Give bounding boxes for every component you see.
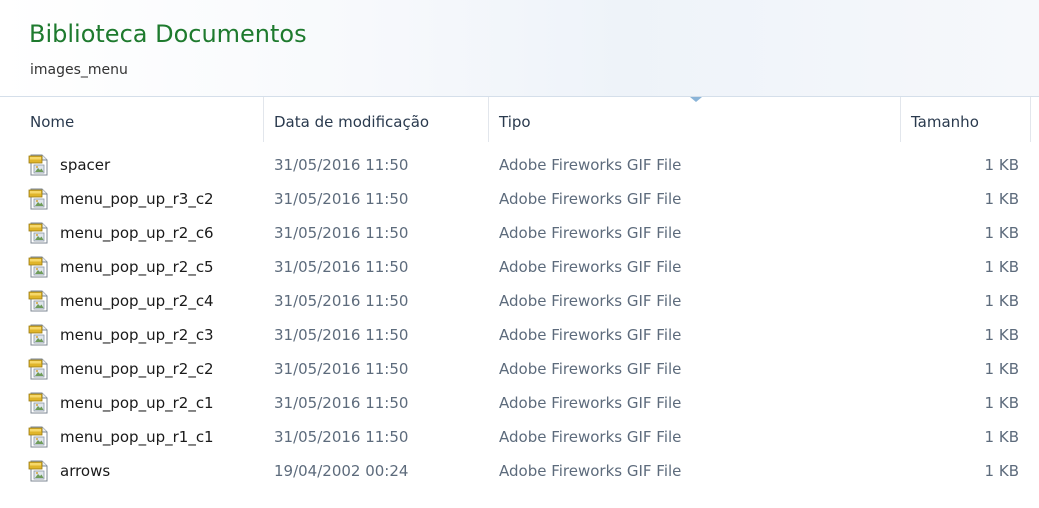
column-header-row: Nome Data de modificação Tipo Tamanho: [0, 96, 1039, 142]
file-size: 1 KB: [984, 462, 1019, 480]
file-row[interactable]: menu_pop_up_r2_c4 31/05/2016 11:50 Adobe…: [0, 284, 1039, 318]
file-row[interactable]: arrows 19/04/2002 00:24 Adobe Fireworks …: [0, 454, 1039, 488]
file-name: menu_pop_up_r3_c2: [60, 190, 214, 208]
file-size: 1 KB: [984, 292, 1019, 310]
file-name: menu_pop_up_r2_c1: [60, 394, 214, 412]
library-title: Biblioteca Documentos: [29, 20, 307, 48]
column-header-nome[interactable]: Nome: [0, 97, 264, 142]
gif-file-icon: [28, 460, 50, 482]
file-date: 31/05/2016 11:50: [274, 360, 409, 378]
file-name: menu_pop_up_r2_c3: [60, 326, 214, 344]
file-date: 31/05/2016 11:50: [274, 326, 409, 344]
file-type: Adobe Fireworks GIF File: [499, 190, 682, 208]
file-type: Adobe Fireworks GIF File: [499, 156, 682, 174]
file-name: spacer: [60, 156, 111, 174]
gif-file-icon: [28, 358, 50, 380]
file-size: 1 KB: [984, 428, 1019, 446]
library-subtitle: images_menu: [30, 62, 128, 78]
gif-file-icon: [28, 392, 50, 414]
gif-file-icon: [28, 154, 50, 176]
file-date: 31/05/2016 11:50: [274, 394, 409, 412]
column-header-data[interactable]: Data de modificação: [264, 97, 489, 142]
column-header-label: Tamanho: [911, 112, 979, 131]
gif-file-icon: [28, 426, 50, 448]
library-header: Biblioteca Documentos images_menu: [0, 0, 1039, 96]
gif-file-icon: [28, 290, 50, 312]
column-header-tipo[interactable]: Tipo: [489, 97, 901, 142]
gif-file-icon: [28, 256, 50, 278]
sort-indicator-icon: [690, 97, 702, 102]
file-type: Adobe Fireworks GIF File: [499, 224, 682, 242]
file-size: 1 KB: [984, 394, 1019, 412]
file-type: Adobe Fireworks GIF File: [499, 258, 682, 276]
column-header-label: Data de modificação: [274, 112, 430, 131]
file-size: 1 KB: [984, 190, 1019, 208]
file-row[interactable]: menu_pop_up_r1_c1 31/05/2016 11:50 Adobe…: [0, 420, 1039, 454]
file-date: 31/05/2016 11:50: [274, 156, 409, 174]
file-name: menu_pop_up_r1_c1: [60, 428, 214, 446]
column-header-tamanho[interactable]: Tamanho: [901, 97, 1031, 142]
column-header-label: Tipo: [499, 112, 531, 131]
file-row[interactable]: menu_pop_up_r2_c3 31/05/2016 11:50 Adobe…: [0, 318, 1039, 352]
file-size: 1 KB: [984, 360, 1019, 378]
file-size: 1 KB: [984, 258, 1019, 276]
file-date: 31/05/2016 11:50: [274, 428, 409, 446]
file-date: 19/04/2002 00:24: [274, 462, 409, 480]
file-row[interactable]: menu_pop_up_r2_c1 31/05/2016 11:50 Adobe…: [0, 386, 1039, 420]
file-name: menu_pop_up_r2_c5: [60, 258, 214, 276]
gif-file-icon: [28, 222, 50, 244]
file-type: Adobe Fireworks GIF File: [499, 360, 682, 378]
column-header-label: Nome: [30, 112, 75, 131]
file-date: 31/05/2016 11:50: [274, 224, 409, 242]
file-list: spacer 31/05/2016 11:50 Adobe Fireworks …: [0, 148, 1039, 488]
gif-file-icon: [28, 324, 50, 346]
file-row[interactable]: spacer 31/05/2016 11:50 Adobe Fireworks …: [0, 148, 1039, 182]
file-name: menu_pop_up_r2_c4: [60, 292, 214, 310]
file-size: 1 KB: [984, 326, 1019, 344]
file-name: menu_pop_up_r2_c6: [60, 224, 214, 242]
file-size: 1 KB: [984, 156, 1019, 174]
file-type: Adobe Fireworks GIF File: [499, 292, 682, 310]
file-type: Adobe Fireworks GIF File: [499, 326, 682, 344]
file-name: menu_pop_up_r2_c2: [60, 360, 214, 378]
file-date: 31/05/2016 11:50: [274, 258, 409, 276]
explorer-window: Biblioteca Documentos images_menu Nome D…: [0, 0, 1039, 508]
file-size: 1 KB: [984, 224, 1019, 242]
file-row[interactable]: menu_pop_up_r2_c5 31/05/2016 11:50 Adobe…: [0, 250, 1039, 284]
file-date: 31/05/2016 11:50: [274, 190, 409, 208]
file-row[interactable]: menu_pop_up_r2_c6 31/05/2016 11:50 Adobe…: [0, 216, 1039, 250]
file-row[interactable]: menu_pop_up_r3_c2 31/05/2016 11:50 Adobe…: [0, 182, 1039, 216]
file-type: Adobe Fireworks GIF File: [499, 462, 682, 480]
file-date: 31/05/2016 11:50: [274, 292, 409, 310]
file-name: arrows: [60, 462, 111, 480]
gif-file-icon: [28, 188, 50, 210]
file-row[interactable]: menu_pop_up_r2_c2 31/05/2016 11:50 Adobe…: [0, 352, 1039, 386]
file-type: Adobe Fireworks GIF File: [499, 428, 682, 446]
file-type: Adobe Fireworks GIF File: [499, 394, 682, 412]
